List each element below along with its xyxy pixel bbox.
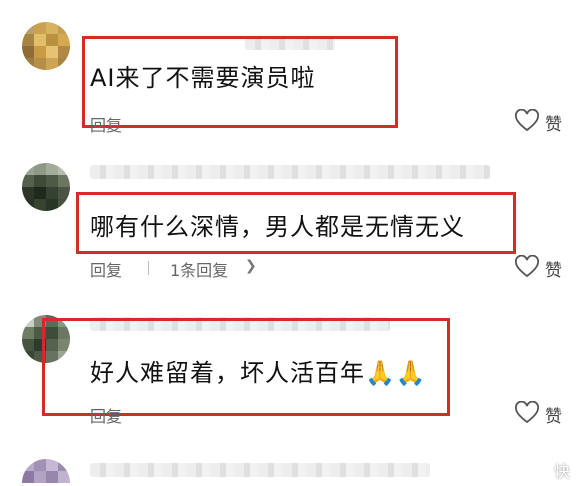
- heart-outline-icon[interactable]: [514, 109, 540, 133]
- avatar[interactable]: [22, 163, 70, 211]
- reply-button[interactable]: 回复: [90, 403, 122, 427]
- comment-text: 哪有什么深情，男人都是无情无义: [90, 213, 465, 241]
- heart-outline-icon[interactable]: [514, 401, 540, 425]
- heart-outline-icon[interactable]: [514, 255, 540, 279]
- watermark: 快: [553, 462, 570, 481]
- avatar[interactable]: [22, 459, 70, 486]
- comment-text: AI来了不需要演员啦: [90, 64, 316, 92]
- comment-text: 好人难留着，坏人活百年🙏🙏: [90, 359, 427, 387]
- comment-item: AI来了不需要演员啦 回复 赞: [0, 0, 576, 145]
- comment-item: 好人难留着，坏人活百年🙏🙏 回复 赞: [0, 295, 576, 445]
- comment-item: [0, 445, 576, 486]
- reply-button[interactable]: 回复: [90, 112, 122, 136]
- username-blurred: [90, 463, 430, 477]
- comment-item: 哪有什么深情，男人都是无情无义 回复 1条回复 ❯ 赞: [0, 145, 576, 295]
- username-blurred: [90, 165, 490, 179]
- chevron-right-icon[interactable]: ❯: [245, 258, 257, 274]
- like-label[interactable]: 赞: [545, 256, 562, 281]
- avatar[interactable]: [22, 22, 70, 70]
- like-label[interactable]: 赞: [545, 110, 562, 135]
- like-label[interactable]: 赞: [545, 402, 562, 427]
- view-replies-button[interactable]: 1条回复: [170, 257, 228, 281]
- reply-button[interactable]: 回复: [90, 257, 122, 281]
- separator: [148, 261, 149, 275]
